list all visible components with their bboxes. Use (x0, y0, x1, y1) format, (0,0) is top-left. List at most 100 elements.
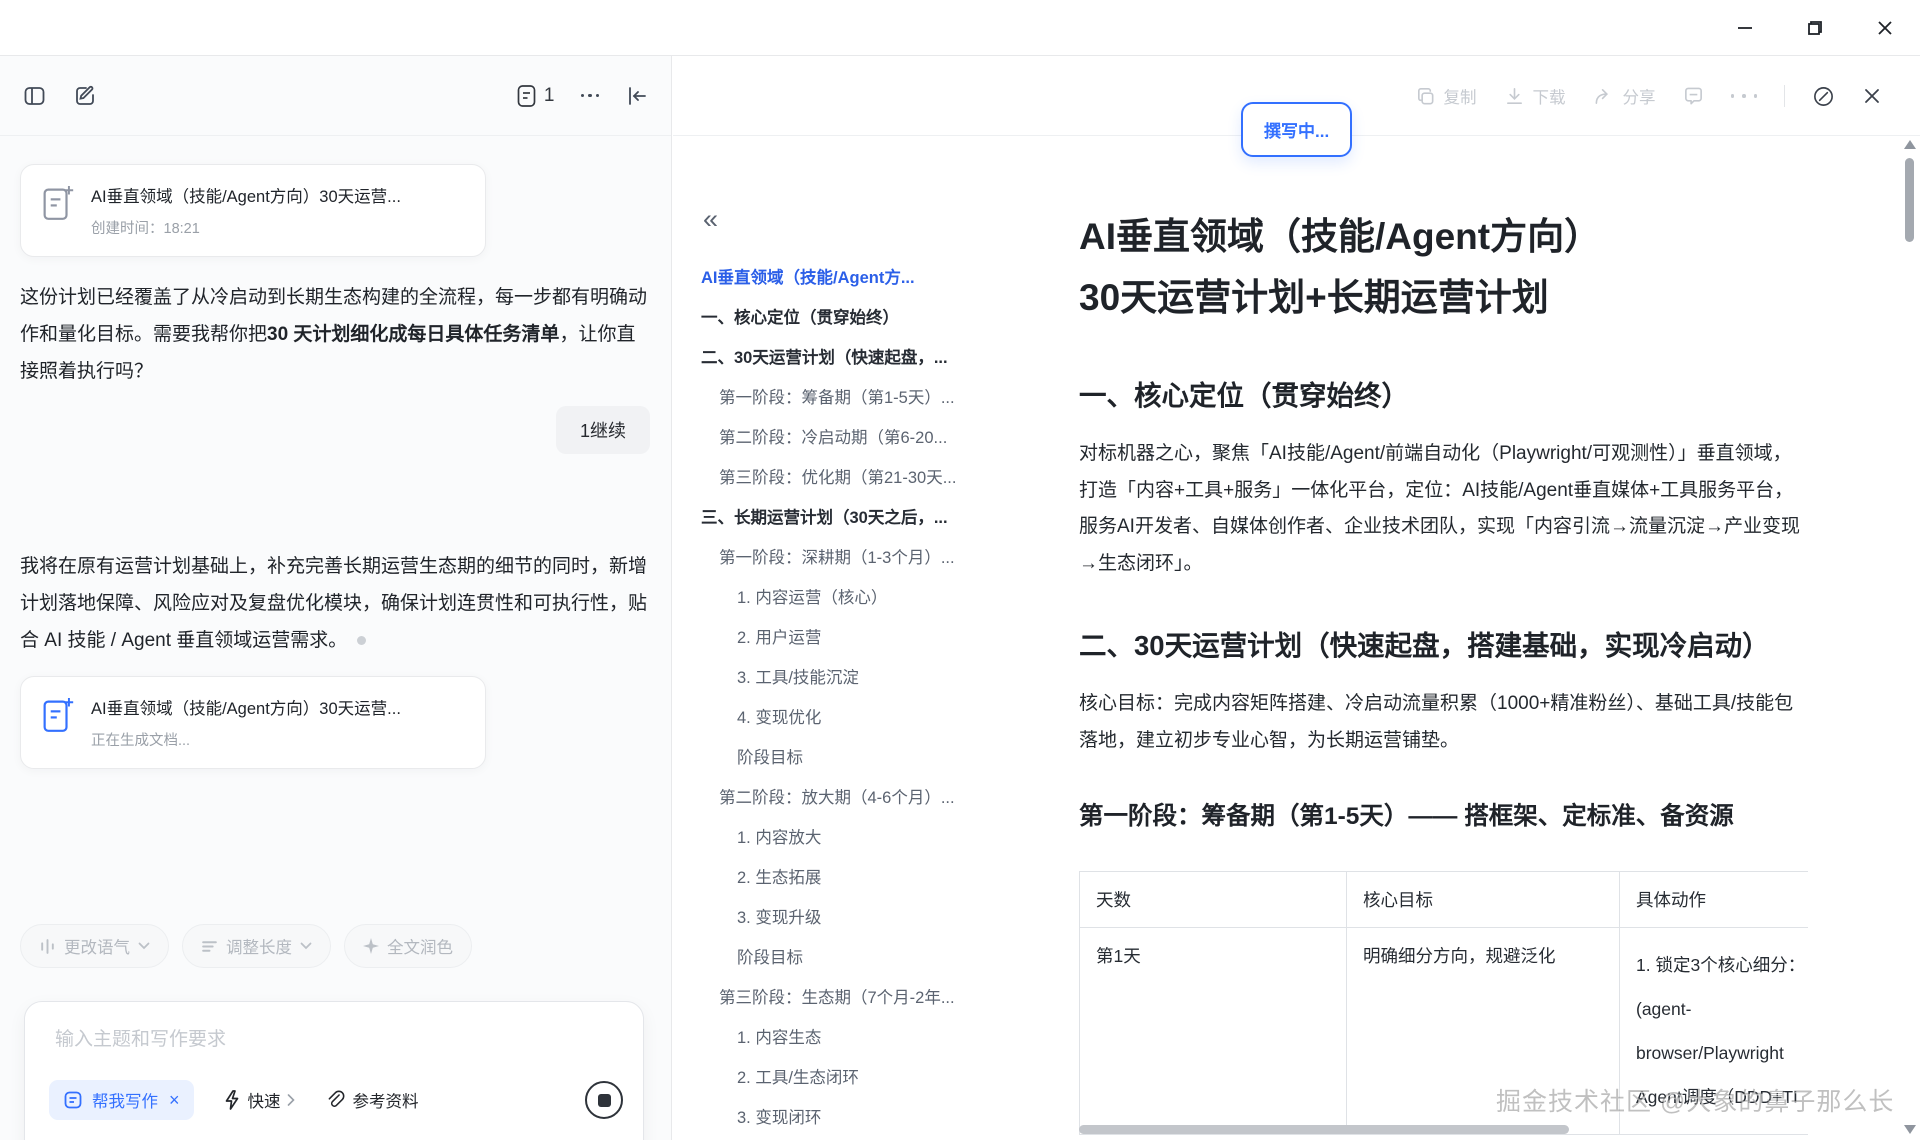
plan-table: 天数 核心目标 具体动作 第1天 明确细分方向，规避泛化 1. 锁定3个核心细分… (1079, 871, 1808, 1135)
table-row: 第1天 明确细分方向，规避泛化 1. 锁定3个核心细分： (agent- bro… (1080, 928, 1809, 1135)
document-sparkle-icon (41, 183, 75, 223)
scroll-up-arrow-icon[interactable] (1904, 140, 1916, 149)
document-title: AI垂直领域（技能/Agent方向）30天运营计划+长期运营计划 (1079, 206, 1809, 328)
reference-material-label: 参考资料 (353, 1088, 419, 1112)
close-window-button[interactable] (1850, 0, 1920, 56)
remove-chip-icon[interactable]: × (169, 1090, 180, 1111)
section-heading-1: 一、核心定位（贯穿始终） (1079, 374, 1809, 418)
assistant-message-updating: 我将在原有运营计划基础上，补充完善长期运营生态期的细节的同时，新增计划落地保障、… (20, 548, 650, 659)
collapse-panel-icon[interactable] (625, 84, 649, 108)
document-vertical-scrollbar (1903, 136, 1917, 1140)
minimize-icon (1736, 19, 1754, 37)
continue-button[interactable]: 1继续 (556, 406, 650, 454)
outline-item[interactable]: 1. 内容运营（核心） (691, 578, 1041, 618)
app-window: 1 AI垂直领域（技能/Agent方 (0, 0, 1920, 1140)
doc-card-title: AI垂直领域（技能/Agent方向）30天运营... (91, 183, 401, 207)
table-header-row: 天数 核心目标 具体动作 (1080, 872, 1809, 928)
restore-button[interactable] (1780, 0, 1850, 56)
chat-panel: 1 AI垂直领域（技能/Agent方 (0, 56, 672, 1140)
assistant-message: 这份计划已经覆盖了从冷启动到长期生态构建的全流程，每一步都有明确动作和量化目标。… (20, 279, 650, 390)
section-heading-2: 二、30天运营计划（快速起盘，搭建基础，实现冷启动） (1079, 624, 1809, 668)
length-lines-icon (201, 938, 218, 955)
outline-item[interactable]: 4. 变现优化 (691, 698, 1041, 738)
more-options-icon[interactable] (581, 94, 600, 98)
polish-all-button[interactable]: 全文润色 (344, 924, 472, 968)
chevron-right-icon (287, 1094, 295, 1106)
adjust-length-button[interactable]: 调整长度 (182, 924, 331, 968)
paragraph-2: 核心目标：完成内容矩阵搭建、冷启动流量积累（1000+精准粉丝）、基础工具/技能… (1079, 686, 1809, 759)
change-tone-button[interactable]: 更改语气 (20, 924, 169, 968)
generating-doc-card[interactable]: AI垂直领域（技能/Agent方向）30天运营... 正在生成文档... (20, 676, 486, 769)
outline-item[interactable]: 第一阶段：深耕期（1-3个月）... (691, 538, 1041, 578)
tone-icon (39, 938, 56, 955)
outline-item[interactable]: 第二阶段：放大期（4-6个月）... (691, 778, 1041, 818)
outline-item[interactable]: 2. 生态拓展 (691, 858, 1041, 898)
outline-item[interactable]: 第三阶段：生态期（7个月-2年... (691, 978, 1041, 1018)
document-icon (516, 84, 537, 108)
reference-material-chip[interactable]: 参考资料 (325, 1088, 419, 1112)
composer-placeholder: 输入主题和写作要求 (55, 1024, 226, 1051)
polish-all-label: 全文润色 (387, 934, 453, 958)
table-horizontal-scrollbar[interactable] (1079, 1125, 1569, 1134)
scrollbar-thumb[interactable] (1905, 158, 1914, 242)
document-count-label: 1 (544, 85, 555, 107)
stage-heading-1: 第一阶段：筹备期（第1-5天）—— 搭框架、定标准、备资源 (1079, 795, 1809, 839)
outline-item[interactable]: 1. 内容生态 (691, 1018, 1041, 1058)
doc-card-created-time: 创建时间：18:21 (91, 217, 401, 238)
plan-table-wrapper: 天数 核心目标 具体动作 第1天 明确细分方向，规避泛化 1. 锁定3个核心细分… (1079, 871, 1808, 1135)
generated-doc-card[interactable]: AI垂直领域（技能/Agent方向）30天运营... 创建时间：18:21 (20, 164, 486, 257)
change-tone-label: 更改语气 (64, 934, 130, 958)
outline-item[interactable]: 第一阶段：筹备期（第1-5天）... (691, 378, 1041, 418)
outline-item[interactable]: 2. 用户运营 (691, 618, 1041, 658)
cell-goal: 明确细分方向，规避泛化 (1347, 928, 1620, 1135)
document-count-button[interactable]: 1 (516, 84, 555, 108)
adjust-length-label: 调整长度 (226, 934, 292, 958)
sidebar-toggle-icon[interactable] (22, 84, 47, 108)
stop-generating-button[interactable] (585, 1081, 623, 1119)
window-titlebar (0, 0, 1920, 56)
document-panel: 复制 下载 分享 (673, 56, 1920, 1140)
composer-box[interactable]: 输入主题和写作要求 帮我写作 × 快速 (24, 1001, 644, 1140)
fast-mode-chip[interactable]: 快速 (224, 1088, 295, 1112)
chevron-down-icon (138, 942, 150, 950)
locate-pen-circle-icon (1812, 85, 1835, 108)
close-document-button[interactable] (1862, 86, 1882, 106)
help-me-write-label: 帮我写作 (92, 1088, 158, 1112)
collapse-outline-icon[interactable]: « (691, 206, 1041, 232)
stop-square-icon (598, 1094, 611, 1107)
document-content: AI垂直领域（技能/Agent方向）30天运营计划+长期运营计划 一、核心定位（… (1079, 56, 1809, 1135)
outline-item[interactable]: 二、30天运营计划（快速起盘，... (691, 338, 1041, 378)
cell-day: 第1天 (1080, 928, 1347, 1135)
outline-item[interactable]: 第二阶段：冷启动期（第6-20... (691, 418, 1041, 458)
restore-icon (1806, 19, 1824, 37)
write-doc-icon (63, 1090, 83, 1110)
paragraph-1: 对标机器之心，聚焦「AI技能/Agent/前端自动化（Playwright/可观… (1079, 436, 1809, 582)
doc-card-status: 正在生成文档... (91, 729, 401, 750)
generating-indicator-dot (357, 636, 366, 645)
outline-item[interactable]: 3. 变现闭环 (691, 1098, 1041, 1138)
scroll-down-arrow-icon[interactable] (1904, 1125, 1916, 1134)
cell-actions: 1. 锁定3个核心细分： (agent- browser/Playwright … (1620, 928, 1809, 1135)
col-header-actions: 具体动作 (1620, 872, 1809, 928)
outline-item[interactable]: 2. 工具/生态闭环 (691, 1058, 1041, 1098)
outline-item[interactable]: 阶段目标 (691, 738, 1041, 778)
close-icon (1862, 86, 1882, 106)
outline-item[interactable]: 阶段目标 (691, 938, 1041, 978)
help-me-write-chip[interactable]: 帮我写作 × (49, 1080, 194, 1120)
outline-item[interactable]: 第三阶段：优化期（第21-30天... (691, 458, 1041, 498)
minimize-button[interactable] (1710, 0, 1780, 56)
fast-mode-label: 快速 (248, 1088, 281, 1112)
outline-item[interactable]: 1. 内容放大 (691, 818, 1041, 858)
chevron-down-icon (300, 942, 312, 950)
document-outline: « AI垂直领域（技能/Agent方... 一、核心定位（贯穿始终） 二、30天… (691, 206, 1041, 1138)
close-icon (1876, 19, 1894, 37)
outline-item[interactable]: 三、长期运营计划（30天之后，... (691, 498, 1041, 538)
outline-item[interactable]: 3. 变现升级 (691, 898, 1041, 938)
outline-item-doc-title[interactable]: AI垂直领域（技能/Agent方... (691, 258, 1041, 298)
locate-writing-position-button[interactable] (1812, 85, 1835, 108)
composer-chips-row: 帮我写作 × 快速 (49, 1080, 623, 1120)
col-header-day: 天数 (1080, 872, 1347, 928)
outline-item[interactable]: 3. 工具/技能沉淀 (691, 658, 1041, 698)
outline-item[interactable]: 一、核心定位（贯穿始终） (691, 298, 1041, 338)
new-chat-compose-icon[interactable] (73, 84, 97, 108)
